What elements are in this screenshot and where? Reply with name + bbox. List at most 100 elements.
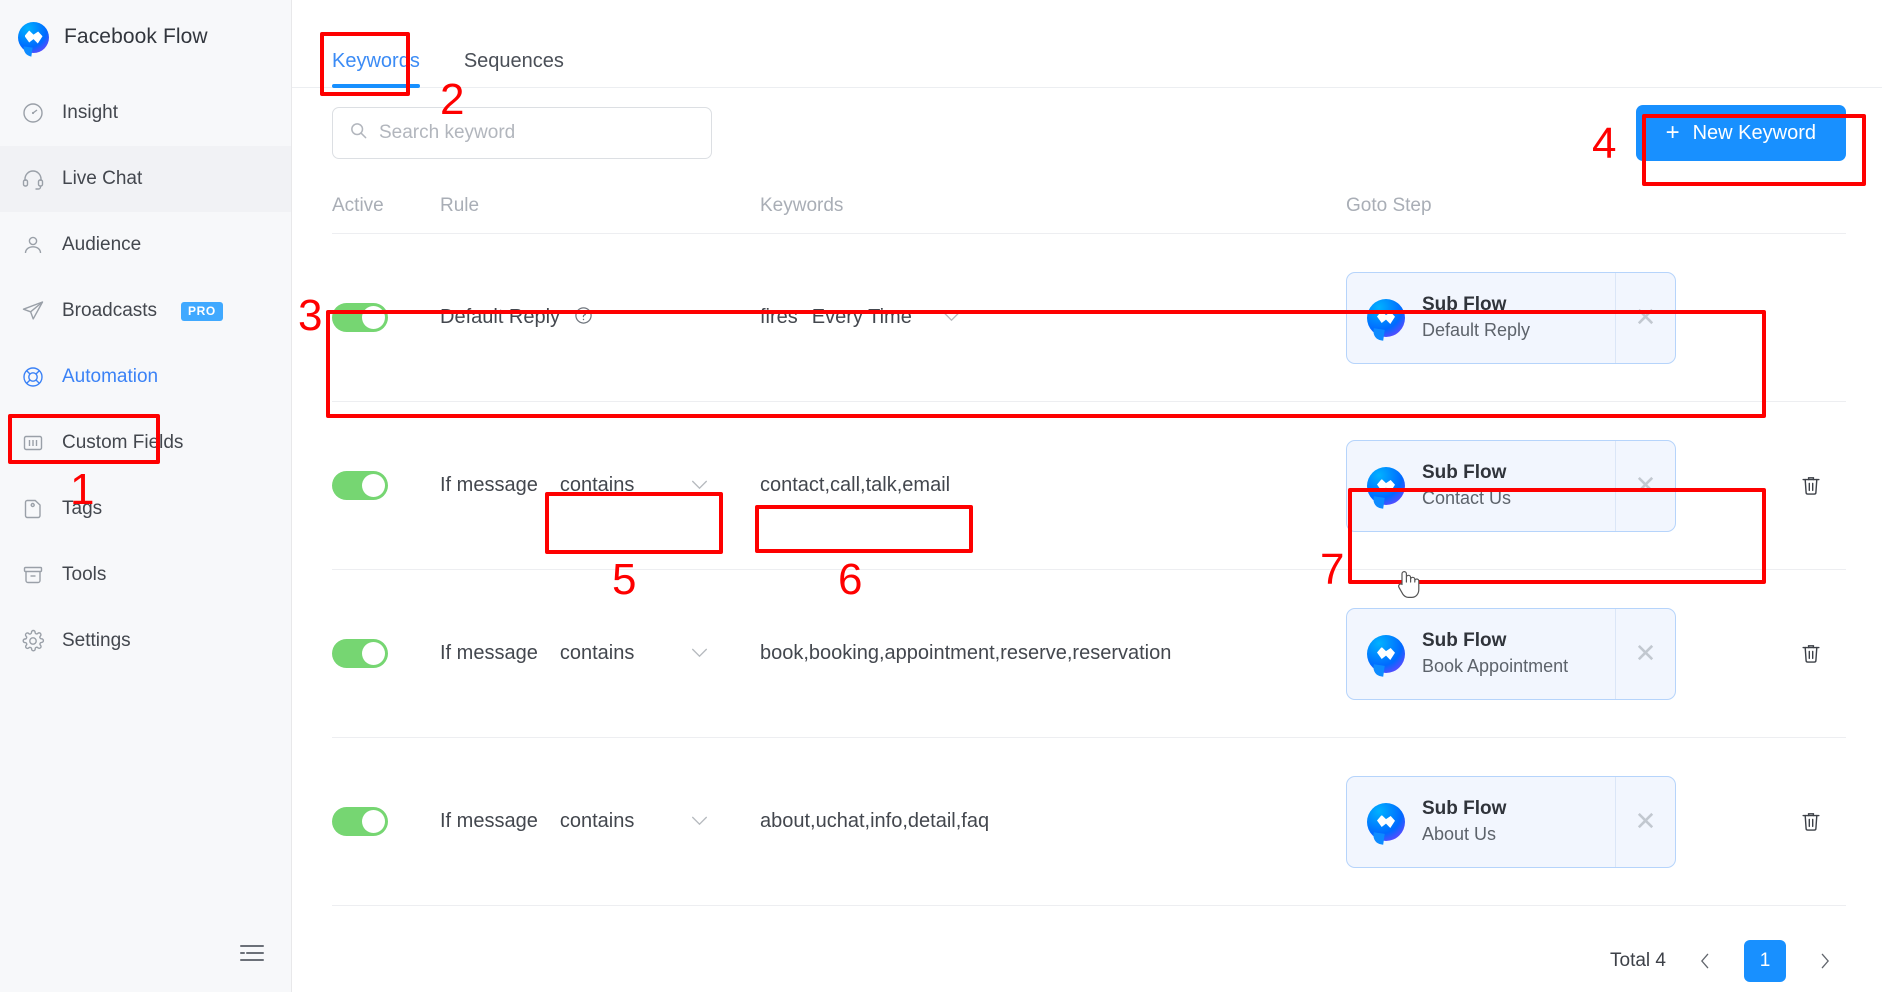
subflow-info: Sub Flow Contact Us (1347, 462, 1615, 509)
goto-step-cell: Sub Flow Default Reply ✕ (1346, 272, 1776, 364)
subflow-card[interactable]: Sub Flow About Us ✕ (1346, 776, 1676, 868)
rule-label: If message (440, 642, 538, 665)
pagination: Total 4 1 (1610, 940, 1846, 982)
help-icon[interactable] (574, 306, 593, 330)
sidebar-nav: Insight Live Chat Audience Broadcasts (0, 74, 291, 674)
keywords-cell: fires Every Time (760, 296, 1346, 340)
rule-cell: If message contains (440, 632, 760, 676)
messenger-icon (1367, 467, 1405, 505)
delete-row-button[interactable] (1776, 810, 1846, 833)
condition-select[interactable]: contains (560, 632, 708, 676)
messenger-icon (1367, 299, 1405, 337)
close-icon[interactable]: ✕ (1615, 777, 1675, 867)
next-page-button[interactable] (1804, 940, 1846, 982)
subflow-subtitle: Book Appointment (1422, 656, 1568, 677)
sidebar-item-settings[interactable]: Settings (0, 608, 291, 674)
subflow-info: Sub Flow Book Appointment (1347, 630, 1615, 677)
messenger-icon (18, 22, 49, 53)
sidebar-item-audience[interactable]: Audience (0, 212, 291, 278)
sidebar-item-label: Broadcasts (62, 300, 157, 322)
brand-title: Facebook Flow (64, 25, 208, 49)
close-icon[interactable]: ✕ (1615, 273, 1675, 363)
condition-value: contains (560, 474, 635, 497)
brand[interactable]: Facebook Flow (0, 0, 291, 74)
tab-keywords[interactable]: Keywords (332, 50, 420, 87)
sidebar: Facebook Flow Insight Live Chat Audience (0, 0, 292, 992)
sidebar-item-label: Tools (62, 564, 106, 586)
frequency-select[interactable]: Every Time (812, 296, 960, 340)
new-keyword-button[interactable]: + New Keyword (1636, 105, 1846, 161)
subflow-card[interactable]: Sub Flow Book Appointment ✕ (1346, 608, 1676, 700)
chevron-down-icon (691, 477, 708, 494)
sidebar-item-custom-fields[interactable]: Custom Fields (0, 410, 291, 476)
close-icon[interactable]: ✕ (1615, 441, 1675, 531)
column-header-goto-step: Goto Step (1346, 195, 1776, 217)
keywords-table: Active Rule Keywords Goto Step Default R… (292, 178, 1882, 906)
subflow-texts: Sub Flow Default Reply (1422, 294, 1530, 341)
subflow-card[interactable]: Sub Flow Default Reply ✕ (1346, 272, 1676, 364)
rule-label: If message (440, 810, 538, 833)
subflow-title: Sub Flow (1422, 630, 1568, 652)
sidebar-item-label: Settings (62, 630, 131, 652)
sidebar-item-label: Insight (62, 102, 118, 124)
condition-select[interactable]: contains (560, 800, 708, 844)
sidebar-item-live-chat[interactable]: Live Chat (0, 146, 291, 212)
keywords-value[interactable]: contact,call,talk,email (760, 474, 950, 496)
close-icon[interactable]: ✕ (1615, 609, 1675, 699)
subflow-texts: Sub Flow Book Appointment (1422, 630, 1568, 677)
rule-cell: Default Reply (440, 306, 760, 330)
condition-select[interactable]: contains (560, 464, 708, 508)
sidebar-item-broadcasts[interactable]: Broadcasts PRO (0, 278, 291, 344)
tab-sequences[interactable]: Sequences (464, 50, 564, 87)
active-toggle[interactable] (332, 639, 388, 668)
sidebar-item-automation[interactable]: Automation (0, 344, 291, 410)
page-1-button[interactable]: 1 (1744, 940, 1786, 982)
goto-step-cell: Sub Flow Contact Us ✕ (1346, 440, 1776, 532)
active-toggle[interactable] (332, 471, 388, 500)
sidebar-item-label: Tags (62, 498, 102, 520)
subflow-subtitle: About Us (1422, 824, 1506, 845)
messenger-icon (1367, 635, 1405, 673)
search-placeholder: Search keyword (379, 122, 515, 144)
condition-value: contains (560, 642, 635, 665)
subflow-card[interactable]: Sub Flow Contact Us ✕ (1346, 440, 1676, 532)
condition-value: contains (560, 810, 635, 833)
gear-icon (20, 628, 46, 654)
sidebar-item-tools[interactable]: Tools (0, 542, 291, 608)
prev-page-button[interactable] (1684, 940, 1726, 982)
sidebar-item-insight[interactable]: Insight (0, 80, 291, 146)
columns-icon (20, 430, 46, 456)
rule-label: If message (440, 474, 538, 497)
keywords-value[interactable]: about,uchat,info,detail,faq (760, 810, 989, 832)
active-toggle[interactable] (332, 807, 388, 836)
delete-row-button[interactable] (1776, 642, 1846, 665)
sidebar-item-label: Automation (62, 366, 158, 388)
tab-bar: Keywords Sequences (292, 0, 1882, 88)
chevron-down-icon (691, 645, 708, 662)
active-cell (332, 807, 440, 836)
active-cell (332, 303, 440, 332)
sidebar-item-label: Custom Fields (62, 432, 183, 454)
keywords-value[interactable]: book,booking,appointment,reserve,reserva… (760, 642, 1171, 664)
collapse-menu-icon[interactable] (237, 942, 265, 964)
tag-icon (20, 496, 46, 522)
sidebar-item-tags[interactable]: Tags (0, 476, 291, 542)
active-cell (332, 471, 440, 500)
search-input[interactable]: Search keyword (332, 107, 712, 159)
chevron-down-icon (943, 309, 960, 326)
sidebar-item-label: Audience (62, 234, 141, 256)
pro-badge: PRO (181, 302, 223, 321)
active-cell (332, 639, 440, 668)
keywords-cell: about,uchat,info,detail,faq (760, 810, 1346, 833)
delete-row-button[interactable] (1776, 474, 1846, 497)
new-keyword-label: New Keyword (1693, 122, 1816, 145)
subflow-texts: Sub Flow About Us (1422, 798, 1506, 845)
subflow-title: Sub Flow (1422, 798, 1506, 820)
goto-step-cell: Sub Flow Book Appointment ✕ (1346, 608, 1776, 700)
table-header: Active Rule Keywords Goto Step (332, 178, 1846, 234)
messenger-icon (1367, 803, 1405, 841)
toolbar: Search keyword + New Keyword (292, 88, 1882, 178)
rule-cell: If message contains (440, 800, 760, 844)
subflow-subtitle: Contact Us (1422, 488, 1511, 509)
active-toggle[interactable] (332, 303, 388, 332)
